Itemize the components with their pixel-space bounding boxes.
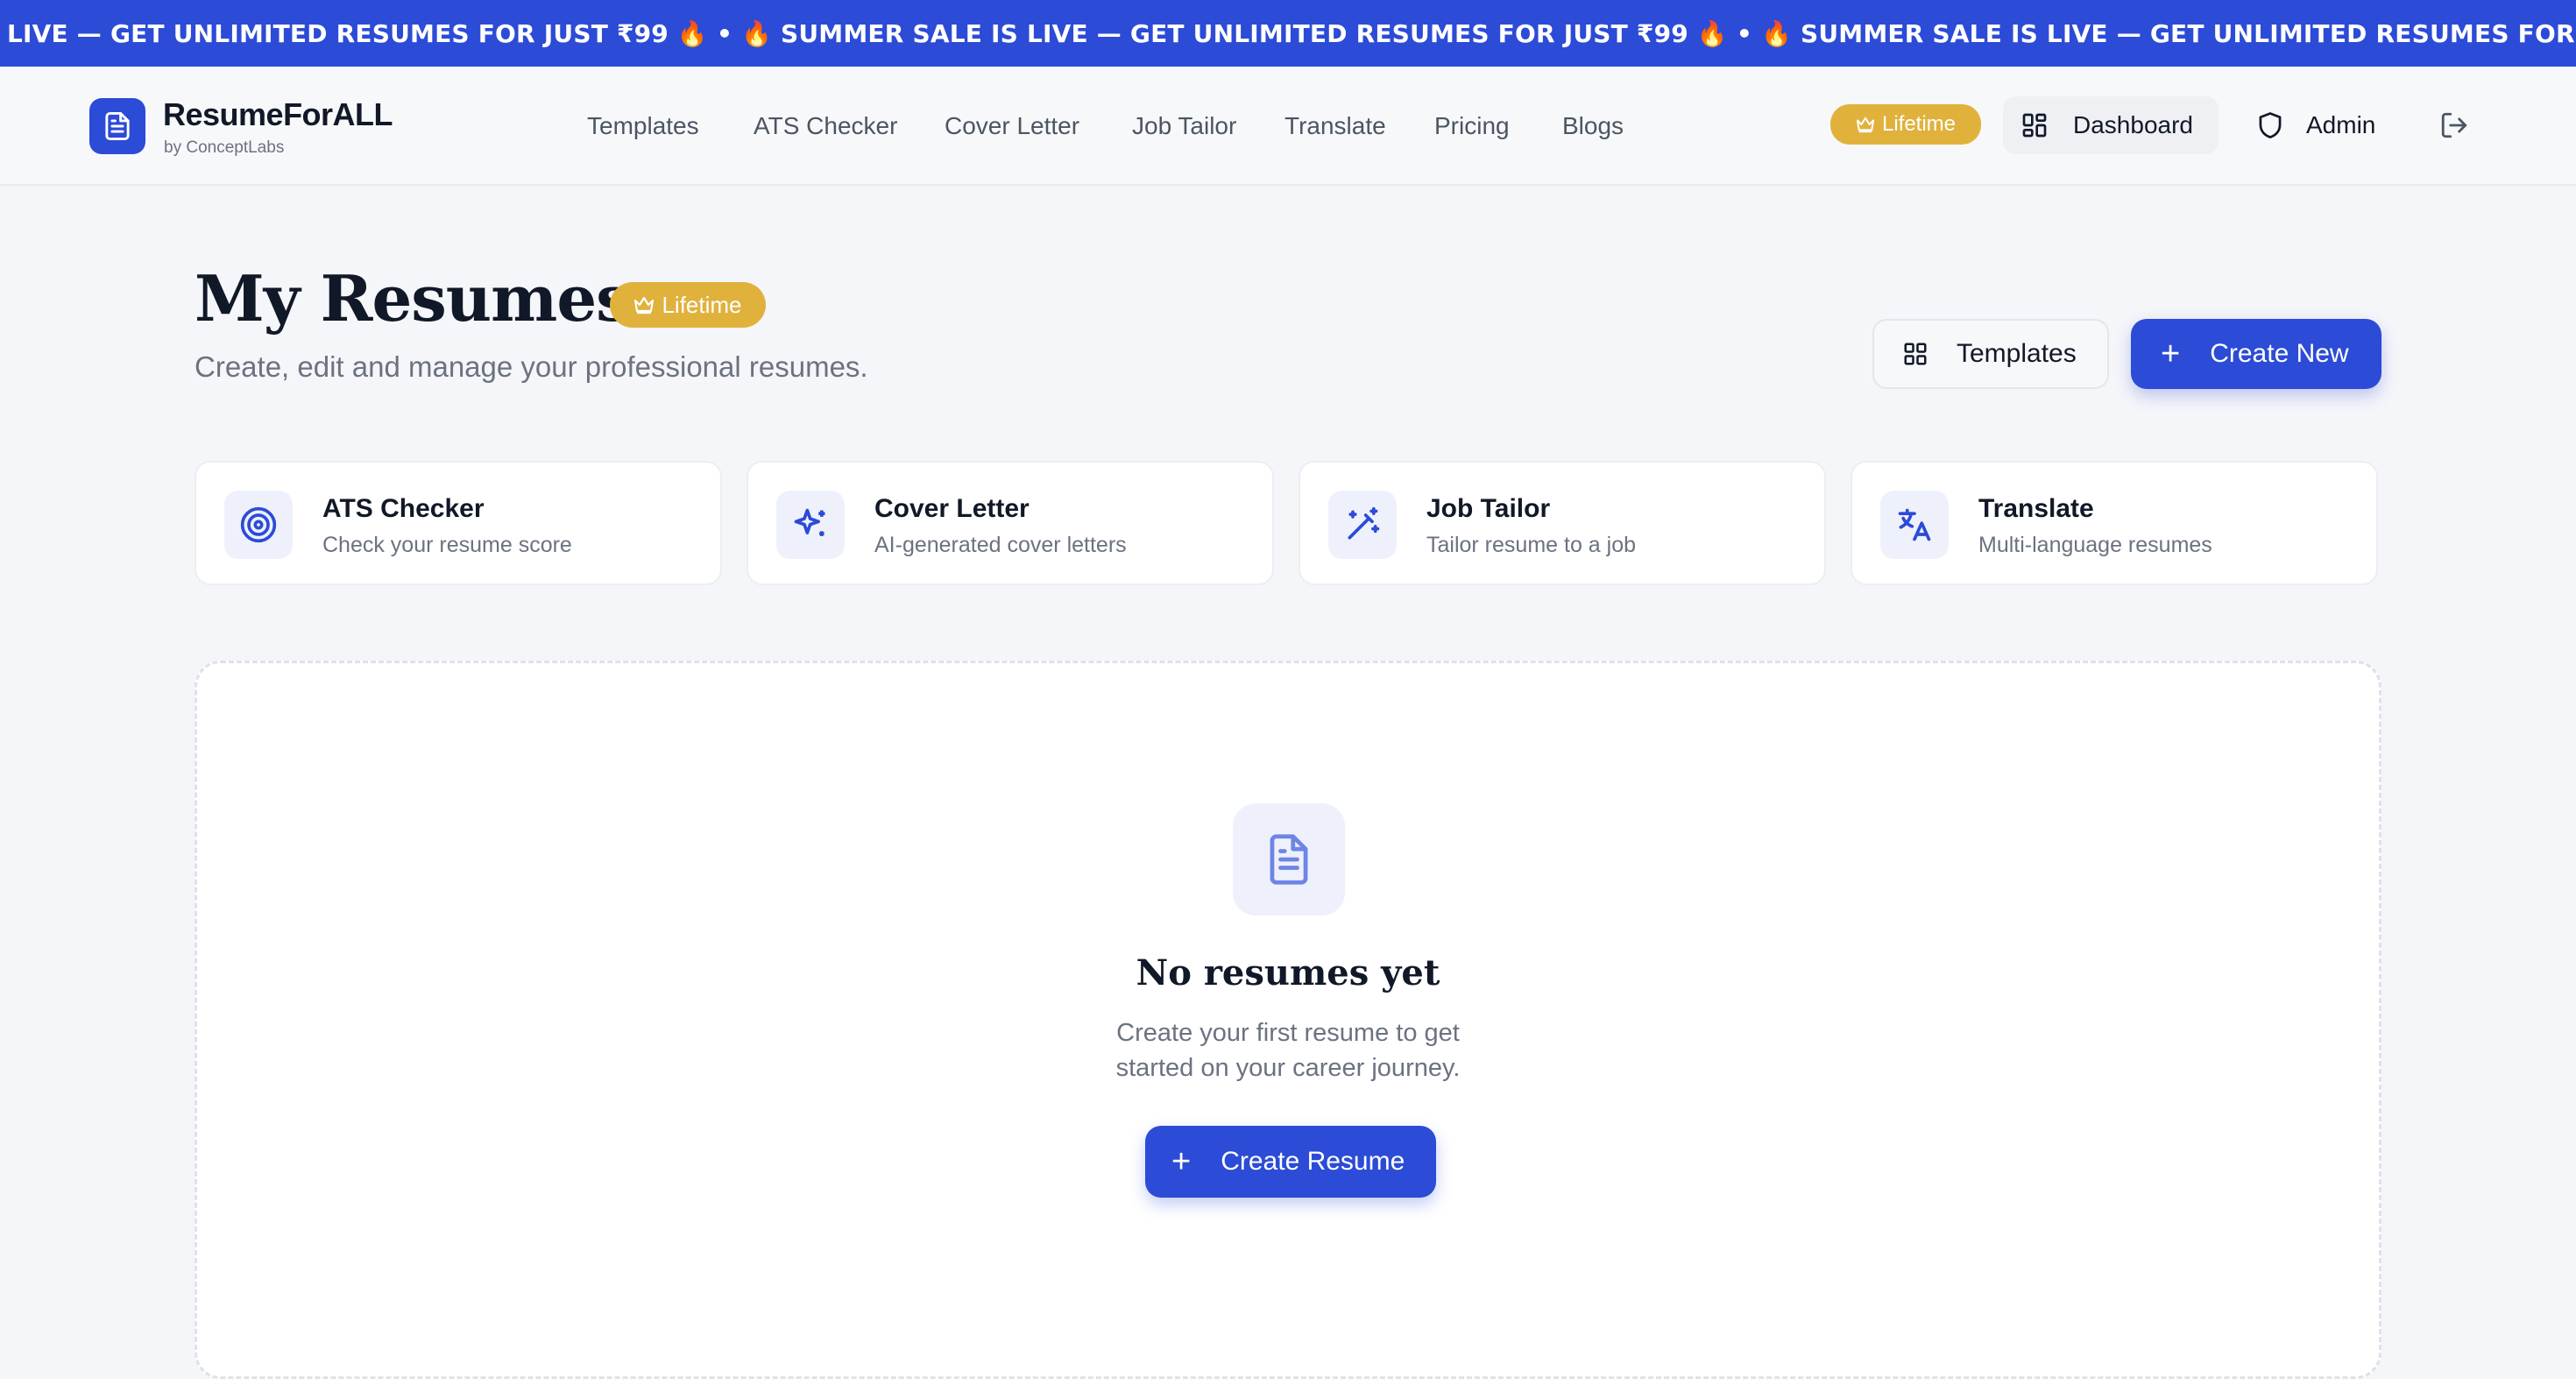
tool-desc: Tailor resume to a job (1426, 533, 1637, 557)
title-lifetime-badge: Lifetime (610, 282, 766, 328)
brand-subtitle: by ConceptLabs (164, 138, 285, 157)
nav-link-pricing[interactable]: Pricing (1434, 112, 1510, 140)
create-resume-label: Create Resume (1221, 1147, 1405, 1176)
create-new-label: Create New (2210, 339, 2349, 368)
logout-icon[interactable] (2439, 110, 2469, 140)
brand-logo-icon[interactable] (89, 98, 145, 154)
empty-state-description: Create your first resume to get started … (1115, 1019, 1461, 1082)
tool-title: Job Tailor (1426, 494, 1551, 523)
lifetime-badge-label: Lifetime (1881, 112, 1957, 136)
shield-icon (2259, 112, 2282, 138)
top-nav: ResumeForALL by ConceptLabs Templates AT… (0, 67, 2576, 186)
page-subtitle: Create, edit and manage your professiona… (195, 350, 868, 383)
dashboard-label: Dashboard (2073, 111, 2193, 138)
promo-ticker-text: LIVE — GET UNLIMITED RESUMES FOR JUST ₹9… (7, 18, 2576, 48)
document-icon (1233, 803, 1345, 916)
admin-label: Admin (2306, 111, 2376, 138)
tool-title: Cover Letter (874, 494, 1030, 523)
nav-link-templates[interactable]: Templates (587, 112, 699, 140)
nav-link-blogs[interactable]: Blogs (1562, 112, 1624, 140)
tool-title: Translate (1978, 494, 2094, 523)
lifetime-badge: Lifetime (1830, 104, 1981, 145)
crown-icon (634, 296, 655, 315)
templates-button-label: Templates (1957, 339, 2077, 368)
target-icon (224, 491, 293, 559)
plus-icon: + (1171, 1143, 1192, 1180)
templates-button[interactable]: Templates (1872, 319, 2109, 389)
admin-button[interactable]: Admin (2257, 96, 2375, 154)
page-title: My Resumes (195, 261, 632, 336)
empty-state-title: No resumes yet (1136, 952, 1440, 994)
plus-icon: + (2161, 336, 2181, 372)
magic-wand-icon (1328, 491, 1397, 559)
tool-card-translate[interactable]: Translate Multi-language resumes (1851, 461, 2378, 585)
tool-title: ATS Checker (322, 494, 485, 523)
tool-desc: Multi-language resumes (1978, 533, 2212, 557)
sparkles-icon (776, 491, 845, 559)
nav-link-cover-letter[interactable]: Cover Letter (945, 112, 1079, 140)
empty-state-panel: No resumes yet Create your first resume … (195, 661, 2381, 1379)
nav-link-translate[interactable]: Translate (1284, 112, 1386, 140)
tool-card-cover-letter[interactable]: Cover Letter AI-generated cover letters (747, 461, 1274, 585)
create-resume-button[interactable]: + Create Resume (1145, 1126, 1436, 1198)
promo-ticker: LIVE — GET UNLIMITED RESUMES FOR JUST ₹9… (0, 0, 2576, 67)
nav-link-job-tailor[interactable]: Job Tailor (1132, 112, 1236, 140)
tool-card-ats-checker[interactable]: ATS Checker Check your resume score (195, 461, 722, 585)
crown-icon (1856, 117, 1875, 133)
brand-name[interactable]: ResumeForALL (163, 96, 393, 133)
translate-icon (1880, 491, 1949, 559)
create-new-button[interactable]: + Create New (2131, 319, 2381, 389)
title-badge-label: Lifetime (662, 291, 742, 318)
grid-icon (1904, 343, 1927, 365)
dashboard-button[interactable]: Dashboard (2003, 96, 2219, 154)
tool-desc: AI-generated cover letters (874, 533, 1127, 557)
tool-card-job-tailor[interactable]: Job Tailor Tailor resume to a job (1299, 461, 1826, 585)
nav-link-ats-checker[interactable]: ATS Checker (754, 112, 897, 140)
tool-desc: Check your resume score (322, 533, 572, 557)
grid-icon (2022, 113, 2047, 138)
